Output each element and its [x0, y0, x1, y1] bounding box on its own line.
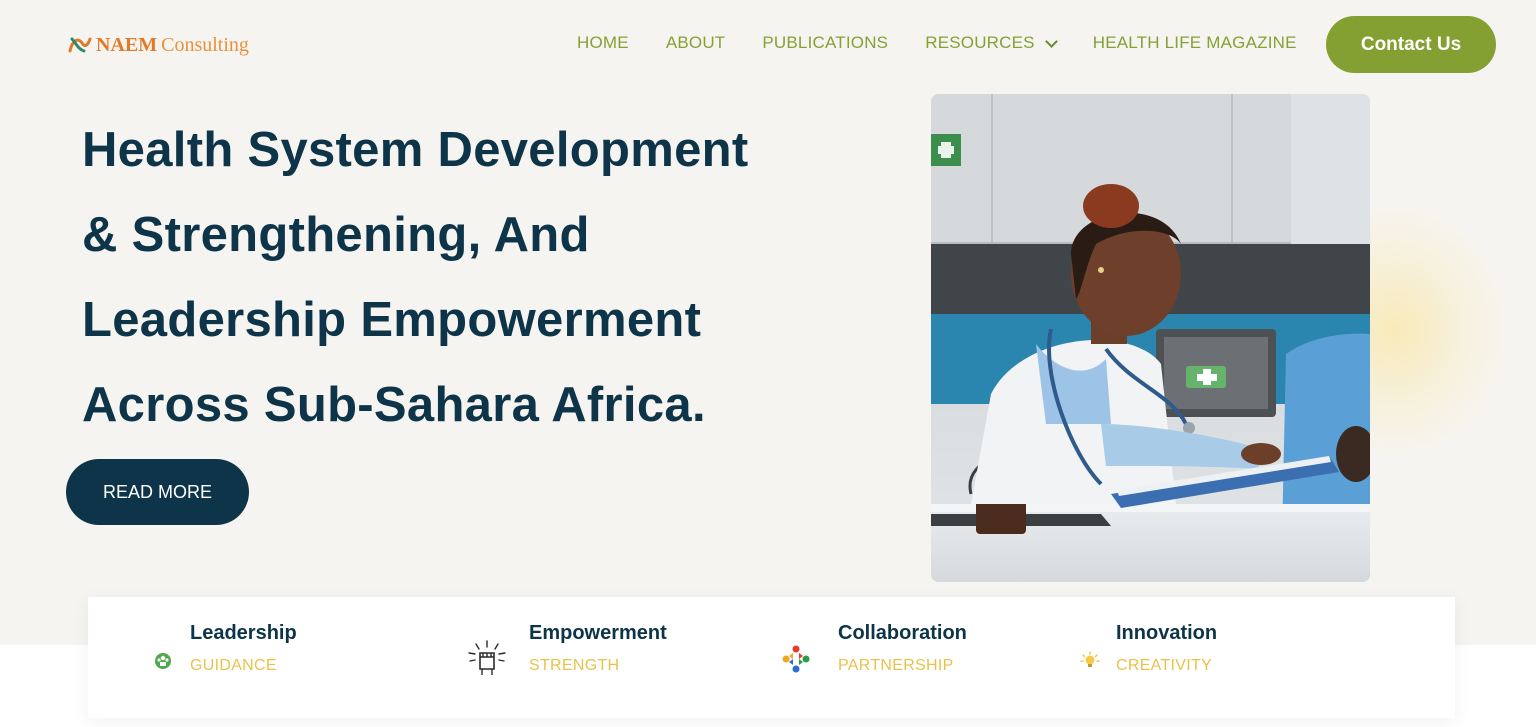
collaboration-icon: [781, 644, 811, 674]
hero-title-line: Across Sub-Sahara Africa.: [82, 378, 706, 432]
nav-resources-label: RESOURCES: [925, 33, 1035, 52]
chevron-down-icon: [1044, 34, 1058, 48]
main-nav: HOME ABOUT PUBLICATIONS RESOURCES HEALTH…: [577, 32, 1297, 54]
nav-health-life-magazine[interactable]: HEALTH LIFE MAGAZINE: [1093, 33, 1297, 53]
raised-fist-icon: [466, 639, 508, 677]
feature-empowerment: Empowerment STRENGTH: [428, 597, 728, 718]
feature-innovation-subtitle: CREATIVITY: [1116, 657, 1213, 674]
nav-home[interactable]: HOME: [577, 33, 629, 53]
nav-magazine-label: HEALTH LIFE MAGAZINE: [1092, 33, 1297, 52]
feature-leadership: Leadership GUIDANCE: [88, 597, 388, 718]
hero-illustration: [931, 94, 1370, 582]
nav-resources[interactable]: RESOURCES: [925, 33, 1058, 53]
hero-title-line: & Strengthening, And: [82, 208, 590, 262]
feature-empowerment-title: Empowerment: [529, 622, 667, 644]
lightbulb-icon: [1080, 651, 1100, 671]
feature-innovation-title: Innovation: [1116, 622, 1218, 644]
nav-about-label: ABOUT: [665, 33, 726, 52]
nav-about[interactable]: ABOUT: [666, 33, 726, 53]
hero-image-doctor: [931, 94, 1370, 582]
leadership-icon: [154, 652, 172, 670]
feature-leadership-subtitle: GUIDANCE: [190, 657, 277, 674]
feature-collaboration-title: Collaboration: [838, 622, 967, 644]
logo-text: NAEM Consulting: [96, 34, 249, 57]
nav-publications-label: PUBLICATIONS: [762, 33, 889, 52]
nav-publications[interactable]: PUBLICATIONS: [762, 33, 888, 53]
hero-title-line: Leadership Empowerment: [82, 293, 702, 347]
read-more-button[interactable]: READ MORE: [66, 459, 249, 525]
hero-title: Health System Development & Strengthenin…: [82, 108, 802, 448]
logo-brand: NAEM: [96, 33, 158, 56]
feature-leadership-title: Leadership: [190, 622, 297, 644]
feature-innovation: Innovation CREATIVITY: [1078, 597, 1378, 718]
feature-collaboration: Collaboration PARTNERSHIP: [768, 597, 1068, 718]
site-logo[interactable]: NAEM Consulting: [68, 30, 249, 60]
logo-suffix: Consulting: [161, 33, 249, 56]
hero-title-line: Health System Development: [82, 123, 749, 177]
contact-us-button[interactable]: Contact Us: [1326, 16, 1496, 73]
feature-collaboration-subtitle: PARTNERSHIP: [838, 657, 954, 674]
features-bar: Leadership GUIDANCE Empowerment STRENGTH: [88, 597, 1455, 718]
logo-mark-icon: [68, 37, 92, 53]
page: NAEM Consulting HOME ABOUT PUBLICATIONS R…: [0, 0, 1536, 727]
feature-empowerment-subtitle: STRENGTH: [529, 657, 620, 674]
nav-home-label: HOME: [577, 33, 629, 52]
